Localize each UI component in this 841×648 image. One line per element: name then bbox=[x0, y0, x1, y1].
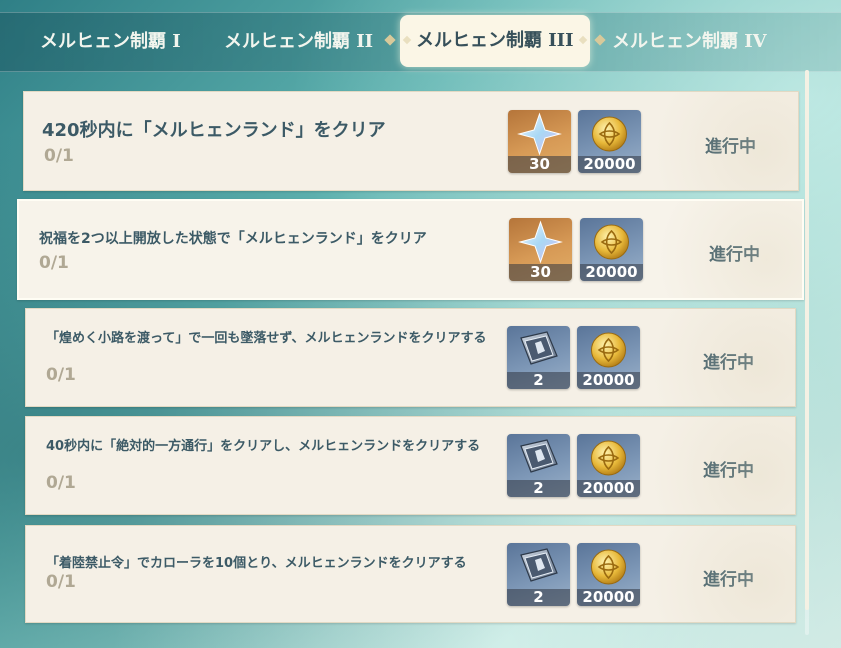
reward-count: 20000 bbox=[577, 589, 640, 606]
talent-book-icon bbox=[520, 331, 558, 365]
quest-card: 420秒内に「メルヒェンランド」をクリア 0/1 30 20000 進行中 bbox=[23, 91, 799, 191]
tab-notch-left-icon bbox=[402, 35, 412, 45]
reward-mora[interactable]: 20000 bbox=[577, 543, 640, 606]
mora-coin-icon bbox=[591, 549, 626, 585]
quest-progress: 0/1 bbox=[46, 572, 76, 592]
scrollbar-thumb[interactable] bbox=[805, 70, 809, 610]
quest-card: 祝福を2つ以上開放した状態で「メルヒェンランド」をクリア 0/1 30 2000… bbox=[17, 199, 804, 300]
quest-status: 進行中 bbox=[705, 137, 756, 157]
quest-card: 40秒内に「絶対的一方通行」をクリアし、メルヒェンランドをクリアする 0/1 2… bbox=[25, 416, 796, 515]
quest-title: 「煌めく小路を渡って」で一回も墜落せず、メルヒェンランドをクリアする bbox=[46, 331, 487, 346]
tab-ornament-right-icon bbox=[593, 34, 606, 46]
reward-count: 2 bbox=[507, 372, 570, 389]
quest-progress: 0/1 bbox=[39, 253, 69, 273]
primogem-icon bbox=[517, 112, 562, 156]
reward-count: 30 bbox=[508, 156, 571, 173]
quest-status: 進行中 bbox=[703, 570, 754, 590]
reward-talent-book[interactable]: 2 bbox=[507, 434, 570, 497]
tab-ornament-left-icon bbox=[384, 34, 396, 46]
reward-mora[interactable]: 20000 bbox=[577, 434, 640, 497]
reward-mora[interactable]: 20000 bbox=[577, 326, 640, 389]
talent-book-icon bbox=[520, 548, 558, 582]
mora-coin-icon bbox=[591, 332, 626, 368]
reward-count: 2 bbox=[507, 480, 570, 497]
reward-primogem[interactable]: 30 bbox=[508, 110, 571, 173]
tab-notch-right-icon bbox=[578, 35, 587, 45]
reward-talent-book[interactable]: 2 bbox=[507, 543, 570, 606]
reward-count: 20000 bbox=[578, 156, 641, 173]
quest-title: 420秒内に「メルヒェンランド」をクリア bbox=[42, 120, 386, 141]
reward-count: 20000 bbox=[577, 372, 640, 389]
quest-progress: 0/1 bbox=[46, 365, 76, 385]
mora-coin-icon bbox=[592, 116, 627, 152]
tab-marchen-4[interactable]: メルヒェン制覇 IV bbox=[612, 13, 767, 71]
tab-bar: メルヒェン制覇 I メルヒェン制覇 II メルヒェン制覇 III メルヒェン制覇… bbox=[0, 12, 841, 72]
tab-marchen-1[interactable]: メルヒェン制覇 I bbox=[40, 13, 181, 71]
reward-count: 2 bbox=[507, 589, 570, 606]
reward-mora[interactable]: 20000 bbox=[580, 218, 643, 281]
quest-status: 進行中 bbox=[703, 353, 754, 373]
reward-talent-book[interactable]: 2 bbox=[507, 326, 570, 389]
quest-status: 進行中 bbox=[709, 245, 760, 265]
mora-coin-icon bbox=[591, 440, 626, 476]
tab-marchen-2[interactable]: メルヒェン制覇 II bbox=[224, 13, 373, 71]
quest-title: 祝福を2つ以上開放した状態で「メルヒェンランド」をクリア bbox=[39, 231, 427, 247]
reward-count: 30 bbox=[509, 264, 572, 281]
primogem-icon bbox=[518, 220, 563, 264]
tab-label: メルヒェン制覇 III bbox=[416, 30, 574, 51]
reward-count: 20000 bbox=[580, 264, 643, 281]
talent-book-icon bbox=[520, 439, 558, 473]
reward-count: 20000 bbox=[577, 480, 640, 497]
quest-title: 「着陸禁止令」でカローラを10個とり、メルヒェンランドをクリアする bbox=[46, 556, 467, 571]
mora-coin-icon bbox=[594, 224, 629, 260]
reward-mora[interactable]: 20000 bbox=[578, 110, 641, 173]
quest-status: 進行中 bbox=[703, 461, 754, 481]
quest-progress: 0/1 bbox=[46, 473, 76, 493]
quest-card: 「着陸禁止令」でカローラを10個とり、メルヒェンランドをクリアする 0/1 2 … bbox=[25, 525, 796, 623]
quest-card: 「煌めく小路を渡って」で一回も墜落せず、メルヒェンランドをクリアする 0/1 2… bbox=[25, 308, 796, 407]
reward-primogem[interactable]: 30 bbox=[509, 218, 572, 281]
quest-title: 40秒内に「絶対的一方通行」をクリアし、メルヒェンランドをクリアする bbox=[46, 439, 481, 454]
tab-marchen-3[interactable]: メルヒェン制覇 III bbox=[384, 15, 606, 67]
quest-progress: 0/1 bbox=[44, 146, 74, 166]
